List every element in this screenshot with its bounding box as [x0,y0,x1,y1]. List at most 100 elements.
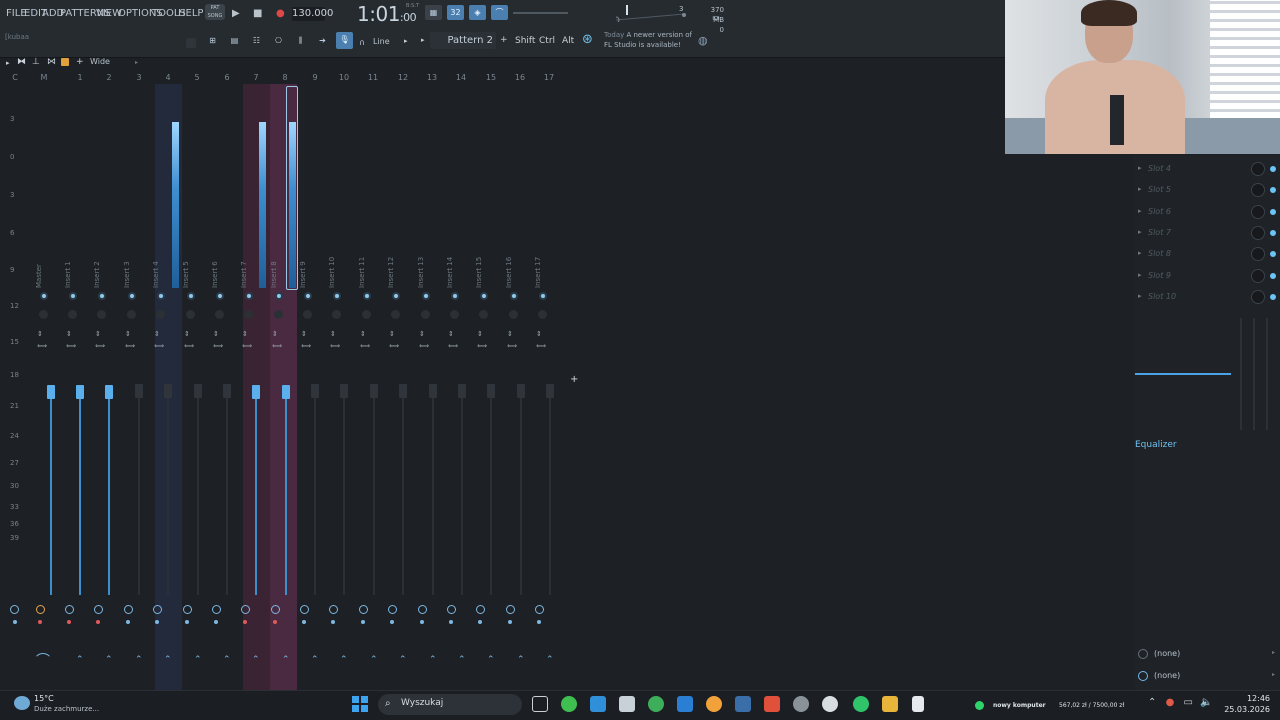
slot-arrow-icon[interactable]: ▸ [1138,292,1142,300]
pan-knob[interactable] [451,292,459,300]
record-icon[interactable]: ● [276,8,285,19]
record-arm[interactable] [302,620,306,624]
send-arrow-icon[interactable]: ⌃ [282,655,290,665]
record-arm[interactable] [331,620,335,624]
insert-name-label[interactable]: Master [35,258,45,288]
record-arm[interactable] [214,620,218,624]
snap-mode[interactable]: Line [373,37,390,46]
volume-fader[interactable] [164,384,172,398]
record-arm[interactable] [420,620,424,624]
eq-band-fader[interactable] [1240,318,1242,430]
alt-key[interactable]: Alt [562,36,574,46]
master-volume-slider[interactable] [513,12,568,14]
stereo-width-icon[interactable]: ⟺ [184,343,194,350]
fx-slot[interactable]: ▸ Slot 9 [1136,267,1280,287]
mute-toggle[interactable] [359,605,368,614]
record-arm[interactable] [126,620,130,624]
insert-name-label[interactable]: Insert 2 [93,258,103,288]
insert-name-label[interactable]: Insert 10 [328,257,338,288]
playlist-icon[interactable]: ⊞ [204,33,221,48]
stereo-separation-knob[interactable] [450,310,459,319]
stereo-separation-knob[interactable] [509,310,518,319]
eq-curve[interactable] [1135,373,1231,375]
slot-mix-knob[interactable] [1251,225,1265,240]
swap-channels-icon[interactable]: ⇕ [389,331,395,338]
snap-magnet-icon[interactable]: ∩ [357,35,367,47]
stereo-separation-knob[interactable] [186,310,195,319]
send-arrow-icon[interactable]: ⌃ [164,655,172,665]
mute-toggle[interactable] [65,605,74,614]
task-view-icon[interactable] [532,696,548,712]
volume-fader[interactable] [429,384,437,398]
swap-channels-icon[interactable]: ⇕ [507,331,513,338]
mute-toggle[interactable] [212,605,221,614]
store-app-icon[interactable] [677,696,693,712]
slot-enable-led[interactable] [1270,208,1276,215]
mute-toggle[interactable] [183,605,192,614]
send-arrow-icon[interactable]: ⌃ [370,655,378,665]
file-explorer-app-icon[interactable] [882,696,898,712]
stereo-separation-knob[interactable] [332,310,341,319]
volume-fader[interactable] [223,384,231,398]
track-number[interactable]: 3 [129,73,149,82]
slot-enable-led[interactable] [1270,251,1276,258]
volume-fader[interactable] [135,384,143,398]
swap-channels-icon[interactable]: ⇕ [536,331,542,338]
mute-toggle[interactable] [271,605,280,614]
stereo-separation-knob[interactable] [215,310,224,319]
fx-slot[interactable]: ▸ Slot 6 [1136,203,1280,223]
stereo-separation-knob[interactable] [156,310,165,319]
slot-enable-led[interactable] [1270,187,1276,194]
spotify-app-icon[interactable] [853,696,869,712]
fx-slot[interactable]: ▸ Slot 8 [1136,245,1280,265]
mixer-tools-icon[interactable]: ⧓ [17,57,26,67]
mute-toggle[interactable] [418,605,427,614]
swap-channels-icon[interactable]: ⇕ [477,331,483,338]
shortcut-icon[interactable] [186,38,196,48]
shift-key[interactable]: Shift [515,36,535,46]
stereo-width-icon[interactable]: ⟺ [330,343,340,350]
tray-chevron-icon[interactable]: ⌃ [1148,697,1156,708]
insert-name-label[interactable]: Insert 16 [505,257,515,288]
stereo-width-icon[interactable]: ⟺ [242,343,252,350]
send-arrow-icon[interactable]: ⌃ [340,655,348,665]
fx-slot[interactable]: ▸ Slot 5 [1136,181,1280,201]
send-arrow-icon[interactable]: ⌃ [517,655,525,665]
snap-dropdown-icon[interactable]: ▸ [404,37,408,45]
volume-fader[interactable] [487,384,495,398]
record-arm[interactable] [155,620,159,624]
track-number[interactable]: C [5,73,25,82]
menu-help[interactable]: HELP [178,8,203,19]
stereo-width-icon[interactable]: ⟺ [389,343,399,350]
volume-fader[interactable] [47,385,55,399]
volume-fader[interactable] [546,384,554,398]
pan-knob[interactable] [510,292,518,300]
send-arrow-icon[interactable]: ⌃ [429,655,437,665]
volume-fader[interactable] [194,384,202,398]
insert-name-label[interactable]: Insert 12 [387,257,397,288]
volume-fader[interactable] [311,384,319,398]
pat-song-toggle[interactable]: PAT SONG [205,4,225,20]
pan-knob[interactable] [69,292,77,300]
swap-channels-icon[interactable]: ⇕ [272,331,278,338]
pan-knob[interactable] [363,292,371,300]
swap-channels-icon[interactable]: ⇕ [448,331,454,338]
insert-name-label[interactable]: Insert 11 [358,257,368,288]
mute-toggle[interactable] [506,605,515,614]
news-globe-icon[interactable]: ⊛ [582,32,593,47]
fx-slot[interactable]: ▸ Slot 7 [1136,224,1280,244]
steam-app-icon[interactable] [735,696,751,712]
record-arm[interactable] [243,620,247,624]
swap-channels-icon[interactable]: ⇕ [301,331,307,338]
tray-mic-icon[interactable]: ● [1166,697,1175,708]
typing-keyboard-icon[interactable]: ▦ [425,5,442,20]
pan-knob[interactable] [304,292,312,300]
record-arm[interactable] [478,620,482,624]
swap-channels-icon[interactable]: ⇕ [95,331,101,338]
slot-enable-led[interactable] [1270,166,1276,172]
pattern-prev-icon[interactable]: ▸ [421,36,425,44]
send-arrow-icon[interactable]: ⌃ [546,655,554,665]
pan-knob[interactable] [40,292,48,300]
output-selector[interactable]: (none) ▸ [1136,670,1280,686]
mixer-layout[interactable]: Wide [90,57,110,66]
